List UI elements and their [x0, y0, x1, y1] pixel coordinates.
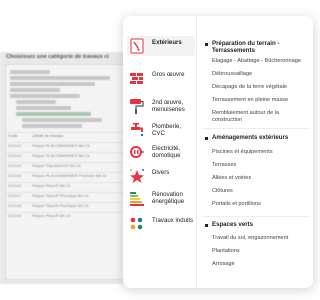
row-code: 211416 [8, 183, 22, 188]
row-label: Plaque Placo® BA 13 [32, 183, 71, 188]
row-code: 211415 [8, 173, 22, 178]
section-preparation-terrain: Préparation du terrain - Terrassements [205, 40, 311, 54]
table-row: 211414 Plaque Placotherm® BA 13 [6, 162, 136, 172]
tree-line [16, 100, 56, 104]
table-row: 211418 Plaque Placo® Phonique BA 13 [6, 202, 136, 212]
shovel-icon [127, 36, 147, 56]
sidebar-item-gros-oeuvre[interactable]: Gros œuvre [127, 68, 195, 88]
sidebar-item-label: Rénovation énergétique [152, 191, 185, 205]
tree-line [16, 106, 71, 110]
column-header-code: Code [8, 133, 18, 138]
row-code: 211419 [8, 213, 22, 218]
section-amenagements-exterieurs: Aménagements extérieurs [205, 134, 311, 141]
table-row: 211419 Plaque Placo® BA 13 [6, 212, 136, 222]
square-bullet-icon [205, 223, 208, 227]
sidebar-item-second-oeuvre[interactable]: 2nd œuvre, menuiseries [127, 96, 195, 116]
sidebar-item-label: Gros œuvre [152, 71, 185, 78]
sidebar-item-label: 2nd œuvre, menuiseries [152, 99, 185, 113]
list-item[interactable]: Terrasses [212, 162, 310, 169]
sidebar-item-label: Electricité, domotique [152, 145, 181, 159]
tree-line [22, 124, 82, 128]
table-row: 211417 Plaque Placo® Phonique BA 13 [6, 192, 136, 202]
square-bullet-icon [205, 42, 208, 46]
row-label: Plaque Placotherm® BA 13 [32, 163, 81, 168]
table-row: 211415 Plaque PLACOMARINE® Premium BA 13 [6, 172, 136, 182]
faucet-icon [127, 120, 147, 140]
tree-line [10, 82, 95, 86]
section-title: Préparation du terrain - Terrassements [212, 40, 280, 54]
section-title: Aménagements extérieurs [212, 134, 289, 141]
section-divider [203, 216, 309, 217]
sidebar-item-electricite[interactable]: Electricité, domotique [127, 142, 195, 162]
row-label: Plaque Placo® Phonique BA 13 [32, 203, 89, 208]
row-code: 211413 [8, 153, 22, 158]
row-label: Plaque PLACOMARINE® Premium BA 13 [32, 173, 107, 178]
row-code: 211417 [8, 193, 22, 198]
section-divider [203, 128, 309, 129]
background-window-title: Choisissez une catégorie de travaux ci [6, 54, 109, 60]
list-item[interactable]: Débroussaillage [212, 71, 310, 78]
table-row: 211413 Plaque PLACOMARINE® BA 13 [6, 152, 136, 162]
list-item[interactable]: Travail du sol, engazonnement [212, 235, 310, 242]
list-item[interactable]: Elagage - Abattage - Bûcheronnage [212, 58, 310, 65]
sidebar-item-label: Extérieurs [152, 39, 182, 46]
row-code: 211412 [8, 143, 22, 148]
list-item[interactable]: Portails et portillons [212, 201, 310, 208]
table-row: 211416 Plaque Placo® BA 13 [6, 182, 136, 192]
list-item[interactable]: Décapage de la terre végétale [212, 84, 310, 91]
sidebar-item-label: Travaux induits [152, 217, 194, 224]
sidebar-item-divers[interactable]: Divers [127, 166, 195, 186]
list-item[interactable]: Terrassement en pleine masse [212, 97, 310, 104]
sidebar-item-label: Divers [152, 169, 170, 176]
tree-line [10, 88, 60, 92]
list-item[interactable]: Plantations [212, 248, 310, 255]
table-row: 211412 Plaque PLACOMARINE® BA 13 [6, 142, 136, 152]
row-code: 211414 [8, 163, 22, 168]
column-header-label: Libellé de travaux [32, 133, 64, 138]
section-title: Espaces verts [212, 221, 253, 228]
sidebar-item-renovation-energetique[interactable]: Rénovation énergétique [127, 188, 195, 208]
tree-line [10, 70, 50, 74]
list-item[interactable]: Piscines et équipements [212, 149, 310, 156]
sidebar-item-travaux-induits[interactable]: Travaux induits [127, 214, 195, 234]
plug-icon [127, 142, 147, 162]
dots-gear-icon [127, 214, 147, 234]
sidebar-item-label: Plomberie, CVC [152, 123, 182, 137]
background-window: Choisissez une catégorie de travaux ci C… [0, 52, 141, 284]
list-item[interactable]: Allées et voiries [212, 175, 310, 182]
stars-icon [127, 166, 147, 186]
tree-line [10, 76, 110, 80]
list-item[interactable]: Clôtures [212, 188, 310, 195]
paint-roller-icon [127, 96, 147, 116]
list-item[interactable]: Arrosage [212, 261, 310, 268]
sidebar-item-plomberie[interactable]: Plomberie, CVC [127, 120, 195, 140]
category-sidebar: Extérieurs Gros œuvre 2nd œuvre, menuise… [123, 16, 197, 288]
sidebar-item-exterieurs[interactable]: Extérieurs [127, 36, 195, 56]
tree-line [10, 94, 80, 98]
energy-label-icon [127, 188, 147, 208]
brick-wall-icon [127, 68, 147, 88]
tree-line-selected [16, 112, 91, 116]
row-label: Plaque Placo® BA 13 [32, 213, 71, 218]
section-espaces-verts: Espaces verts [205, 221, 311, 228]
row-label: Plaque PLACOMARINE® BA 13 [32, 143, 90, 148]
list-item[interactable]: Remblaiement autour de la construction [212, 110, 310, 124]
row-label: Plaque Placo® Phonique BA 13 [32, 193, 89, 198]
subcategory-list: Préparation du terrain - Terrassements E… [203, 16, 313, 288]
category-menu-panel: Extérieurs Gros œuvre 2nd œuvre, menuise… [123, 16, 313, 288]
row-code: 211418 [8, 203, 22, 208]
background-table-header: Code Libellé de travaux [6, 132, 136, 142]
tree-line [22, 118, 102, 122]
square-bullet-icon [205, 136, 208, 140]
row-label: Plaque PLACOMARINE® BA 13 [32, 153, 90, 158]
